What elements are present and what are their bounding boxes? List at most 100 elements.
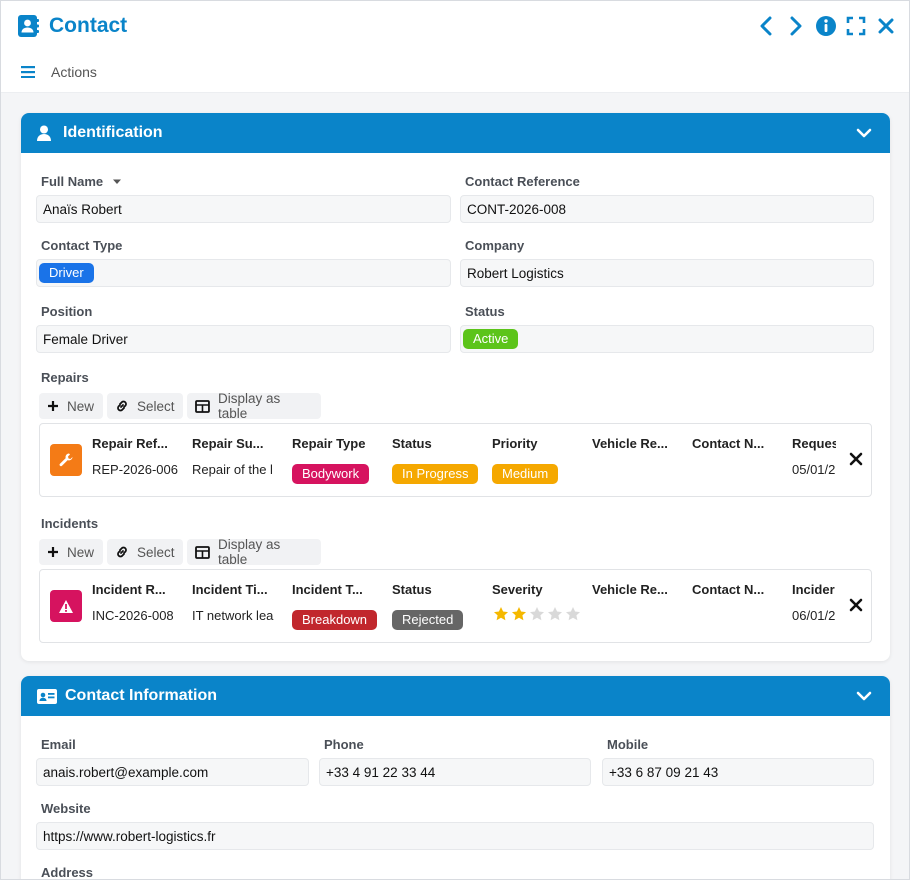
repairs-new-button[interactable]: New <box>39 393 103 419</box>
identification-title: Identification <box>63 124 163 141</box>
repair-col-header[interactable]: Status <box>392 436 484 451</box>
contact-book-icon <box>18 15 39 37</box>
actions-menu[interactable]: Actions <box>51 64 97 80</box>
info-button[interactable] <box>815 13 837 39</box>
mobile-field[interactable]: +33 6 87 09 21 43 <box>602 758 874 786</box>
contact-type-chip: Driver <box>39 263 94 283</box>
incident-title-cell: IT network lea <box>192 608 274 623</box>
hamburger-menu-icon[interactable] <box>21 65 35 78</box>
incident-record-row[interactable]: Incident R... Incident Ti... Incident T.… <box>39 569 872 643</box>
repair-status-chip: In Progress <box>392 464 479 484</box>
email-label: Email <box>41 737 76 752</box>
table-icon <box>195 399 210 413</box>
identification-header[interactable]: Identification <box>21 113 890 153</box>
website-field[interactable]: https://www.robert-logistics.fr <box>36 822 874 850</box>
star-icon[interactable] <box>511 606 527 622</box>
status-field[interactable]: Active <box>460 325 874 353</box>
remove-incident-icon[interactable] <box>849 598 863 612</box>
repair-col-header[interactable]: Priority <box>492 436 584 451</box>
repair-type-chip: Bodywork <box>292 464 370 484</box>
link-icon <box>117 546 127 558</box>
status-chip: Active <box>463 329 519 349</box>
chevron-down-icon[interactable] <box>856 125 872 141</box>
repair-record-row[interactable]: Repair Ref... Repair Su... Repair Type S… <box>39 423 872 497</box>
repair-subject-cell: Repair of the le <box>192 462 272 477</box>
mobile-label: Mobile <box>607 737 649 752</box>
repair-record-icon-box <box>50 444 82 476</box>
repair-status-cell: In Progress <box>392 464 479 484</box>
repair-requested-cell: 05/01/2 <box>792 462 836 477</box>
title-bar: Contact <box>1 1 909 51</box>
contact-information-title: Contact Information <box>65 687 217 704</box>
star-icon[interactable] <box>547 606 563 622</box>
email-field[interactable]: anais.robert@example.com <box>36 758 309 786</box>
incident-col-header[interactable]: Severity <box>492 582 584 597</box>
incidents-display-table-button[interactable]: Display as table <box>187 537 321 567</box>
full-name-label[interactable]: Full Name <box>41 174 122 189</box>
contact-type-label: Contact Type <box>41 238 123 253</box>
incidents-new-button[interactable]: New <box>39 539 103 565</box>
incident-type-cell: Breakdown <box>292 610 378 630</box>
incident-col-header[interactable]: Incident T... <box>292 582 384 597</box>
incident-col-header[interactable]: Contact N... <box>692 582 784 597</box>
next-button[interactable] <box>785 13 807 39</box>
company-field[interactable]: Robert Logistics <box>460 259 874 287</box>
plus-icon <box>48 547 58 557</box>
repair-reference-cell: REP-2026-006 <box>92 462 178 477</box>
repair-col-header[interactable]: Repair Type <box>292 436 384 451</box>
repair-col-header[interactable]: Contact N... <box>692 436 784 451</box>
warning-icon <box>59 599 73 613</box>
repairs-display-table-button[interactable]: Display as table <box>187 391 321 421</box>
incident-type-chip: Breakdown <box>292 610 378 630</box>
previous-button[interactable] <box>755 13 777 39</box>
contact-information-panel: Contact Information Email anais.robert@e… <box>21 676 890 880</box>
table-icon <box>195 545 210 559</box>
star-icon[interactable] <box>493 606 509 622</box>
maximize-button[interactable] <box>845 13 867 39</box>
chevron-down-icon[interactable] <box>856 688 872 704</box>
incident-col-header[interactable]: Incident R... <box>92 582 184 597</box>
incidents-select-button[interactable]: Select <box>107 539 183 565</box>
contact-window: Contact Actions Identification Full Name… <box>0 0 910 880</box>
address-label: Address <box>41 865 94 880</box>
incident-col-header[interactable]: Vehicle Re... <box>592 582 684 597</box>
id-card-icon <box>37 688 57 704</box>
contact-reference-field[interactable]: CONT-2026-008 <box>460 195 874 223</box>
star-icon[interactable] <box>565 606 581 622</box>
repair-col-header[interactable]: Repair Su... <box>192 436 284 451</box>
incident-status-cell: Rejected <box>392 610 464 630</box>
company-label: Company <box>465 238 525 253</box>
repair-priority-cell: Medium <box>492 464 559 484</box>
contact-information-header[interactable]: Contact Information <box>21 676 890 716</box>
contact-type-field[interactable]: Driver <box>36 259 451 287</box>
incident-col-header[interactable]: Incider <box>792 582 836 597</box>
action-bar: Actions <box>1 51 909 93</box>
incidents-label: Incidents <box>41 516 99 531</box>
plus-icon <box>48 401 58 411</box>
repair-col-header[interactable]: Reques <box>792 436 836 451</box>
expand-icon <box>846 16 866 36</box>
incident-severity-rating <box>493 606 581 622</box>
remove-repair-icon[interactable] <box>849 452 863 466</box>
caret-down-icon <box>112 179 121 184</box>
status-label: Status <box>465 304 505 319</box>
phone-field[interactable]: +33 4 91 22 33 44 <box>319 758 591 786</box>
full-name-field[interactable]: Anaïs Robert <box>36 195 451 223</box>
incident-col-header[interactable]: Incident Ti... <box>192 582 284 597</box>
chevron-left-icon <box>760 16 772 36</box>
position-field[interactable]: Female Driver <box>36 325 451 353</box>
repair-col-header[interactable]: Vehicle Re... <box>592 436 684 451</box>
star-icon[interactable] <box>529 606 545 622</box>
phone-label: Phone <box>324 737 364 752</box>
repair-col-header[interactable]: Repair Ref... <box>92 436 184 451</box>
close-icon <box>878 18 894 34</box>
website-label: Website <box>41 801 91 816</box>
user-icon <box>37 125 51 141</box>
repairs-label: Repairs <box>41 370 89 385</box>
close-window-button[interactable] <box>875 13 897 39</box>
incident-reference-cell: INC-2026-008 <box>92 608 174 623</box>
repair-type-cell: Bodywork <box>292 464 370 484</box>
position-label: Position <box>41 304 93 319</box>
incident-col-header[interactable]: Status <box>392 582 484 597</box>
repairs-select-button[interactable]: Select <box>107 393 183 419</box>
